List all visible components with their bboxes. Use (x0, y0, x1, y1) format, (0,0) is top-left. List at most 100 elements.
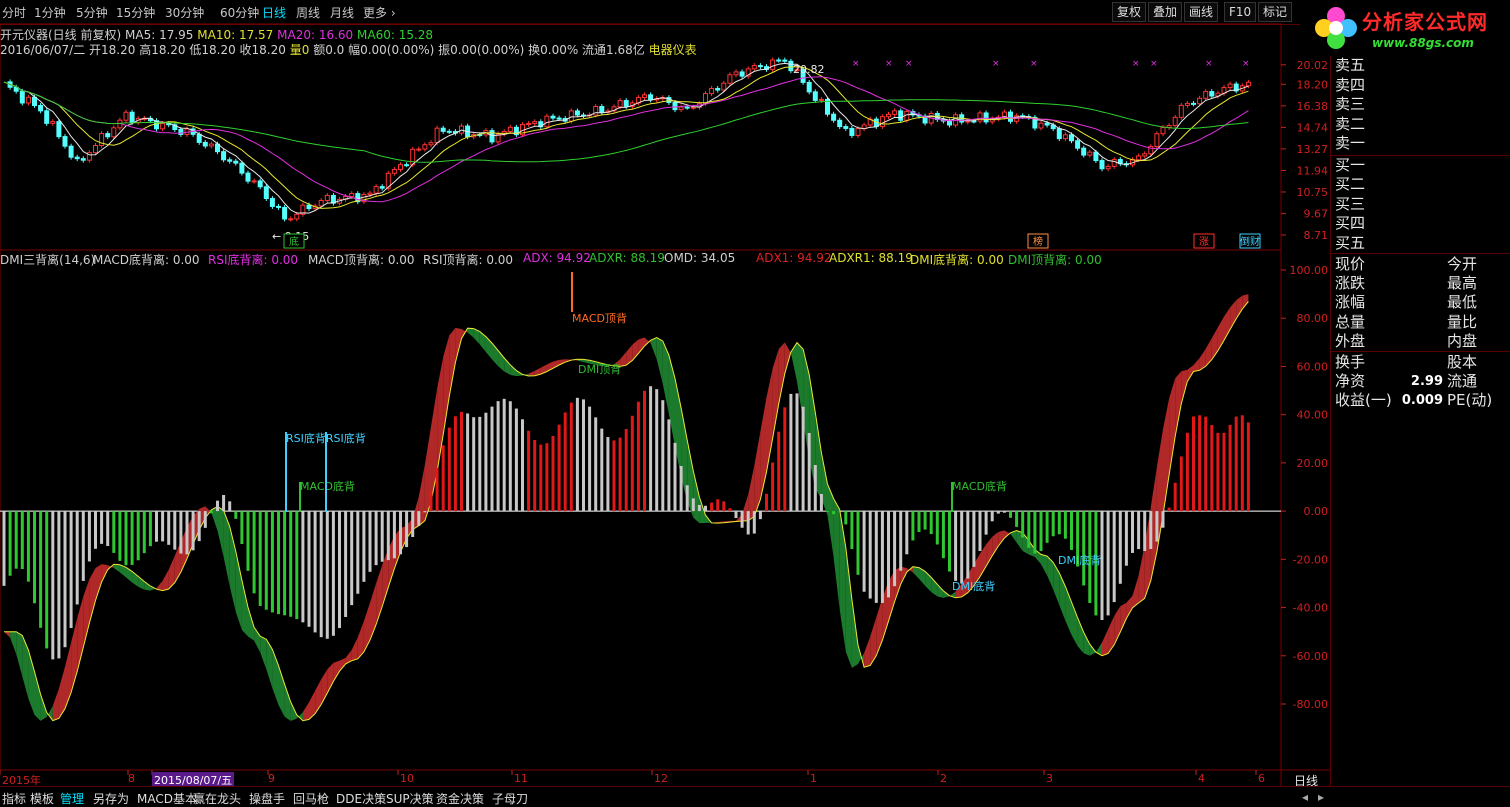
quote-extra-label: 换手 (1335, 353, 1365, 372)
histogram-bar (362, 511, 365, 582)
histogram-bar (710, 503, 713, 512)
bottom-tab-7[interactable]: 回马枪 (293, 790, 329, 807)
band-segment (242, 580, 248, 636)
histogram-bar (125, 511, 128, 565)
candle-body (1063, 135, 1067, 139)
histogram-bar (411, 511, 414, 537)
candle-body (441, 128, 445, 131)
histogram-bar (350, 511, 353, 605)
indicator-tick-label: -60.00 (1293, 650, 1328, 663)
histogram-bar (850, 511, 853, 549)
sell-level-2: 卖二 (1335, 115, 1365, 134)
price-tick-label: 8.71 (1304, 229, 1329, 242)
quote-field-label: 内盘 (1447, 332, 1477, 351)
candle-body (984, 113, 988, 122)
band-segment (1053, 562, 1059, 605)
ma60-line (4, 82, 1248, 162)
candle-body (20, 91, 24, 103)
band-segment (333, 661, 339, 682)
price-tick-label: 16.38 (1297, 100, 1329, 113)
band-segment (144, 582, 150, 591)
bottom-tab-1[interactable]: 模板 (30, 790, 54, 807)
band-segment (89, 568, 95, 623)
scroll-left-icon[interactable]: ◂ (1302, 790, 1308, 804)
logo-title: 分析家公式网 (1362, 6, 1488, 35)
histogram-bar (619, 438, 622, 511)
bottom-tab-8[interactable]: DDE决策 (336, 790, 386, 807)
band-segment (870, 617, 876, 665)
bottom-tab-11[interactable]: 子母刀 (492, 790, 528, 807)
candle-body (752, 66, 756, 69)
chart-area[interactable]: 20.0218.2016.3814.7413.2711.9410.759.678… (0, 0, 1330, 786)
candle-body (380, 187, 384, 189)
histogram-bar (643, 391, 646, 511)
histogram-bar (1168, 508, 1171, 512)
histogram-bar (1198, 415, 1201, 511)
candle-body (26, 97, 30, 103)
scroll-right-icon[interactable]: ▸ (1318, 790, 1324, 804)
histogram-bar (320, 511, 323, 637)
bottom-tab-3[interactable]: 另存为 (93, 790, 129, 807)
candle-body (1070, 135, 1074, 141)
bottom-tab-4[interactable]: MACD基本 (137, 790, 197, 807)
histogram-bar (399, 511, 402, 554)
candle-body (63, 137, 67, 147)
histogram-bar (356, 511, 359, 594)
candle-body (948, 121, 952, 125)
candle-body (124, 112, 128, 120)
histogram-bar (637, 402, 640, 511)
signal-label: MACD顶背 (572, 311, 627, 325)
histogram-bar (1052, 511, 1055, 536)
indicator-panel-frame (0, 250, 1281, 770)
quote-field-label: 今开 (1447, 255, 1477, 274)
candle-body (374, 187, 378, 194)
histogram-bar (222, 495, 225, 511)
histogram-bar (1058, 511, 1061, 534)
band-segment (638, 338, 644, 354)
histogram-bar (167, 511, 170, 545)
histogram-bar (1125, 511, 1128, 566)
histogram-bar (118, 511, 121, 561)
histogram-bar (228, 501, 231, 511)
quote-extra-label2: PE(动) (1447, 391, 1492, 410)
bottom-tab-10[interactable]: 资金决策 (436, 790, 484, 807)
histogram-bar (405, 511, 408, 547)
band-segment (1139, 545, 1145, 603)
candle-body (600, 107, 604, 113)
histogram-bar (686, 485, 689, 511)
band-segment (937, 584, 943, 598)
bottom-tab-2[interactable]: 管理 (60, 790, 84, 807)
flag-mark-label: 榜 (1033, 235, 1043, 248)
histogram-bar (1204, 417, 1207, 511)
histogram-bar (442, 445, 445, 511)
bottom-tab-6[interactable]: 操盘手 (249, 790, 285, 807)
signal-cross-mark: × (905, 59, 913, 69)
high-price-mark: 20.82 (793, 63, 825, 76)
histogram-bar (808, 433, 811, 511)
band-segment (352, 637, 358, 660)
date-label-5: 11 (514, 772, 528, 785)
band-segment (1102, 629, 1108, 655)
candle-body (252, 181, 256, 182)
histogram-bar (216, 501, 219, 511)
bottom-tab-0[interactable]: 指标 (2, 790, 26, 807)
histogram-bar (497, 401, 500, 511)
histogram-bar (936, 511, 939, 544)
candle-body (728, 75, 732, 83)
histogram-bar (960, 511, 963, 583)
candle-body (319, 201, 323, 206)
histogram-bar (289, 511, 292, 617)
bottom-tab-5[interactable]: 赢在龙头 (193, 790, 241, 807)
candle-body (844, 127, 848, 129)
candle-body (899, 111, 903, 120)
candle-body (954, 115, 958, 125)
candle-body (405, 165, 409, 166)
histogram-bar (521, 419, 524, 511)
candle-body (1100, 161, 1104, 169)
histogram-bar (1003, 511, 1006, 513)
candle-body (417, 149, 421, 150)
histogram-bar (893, 511, 896, 586)
candle-body (392, 169, 396, 173)
bottom-tab-9[interactable]: SUP决策 (386, 790, 434, 807)
histogram-bar (314, 511, 317, 632)
